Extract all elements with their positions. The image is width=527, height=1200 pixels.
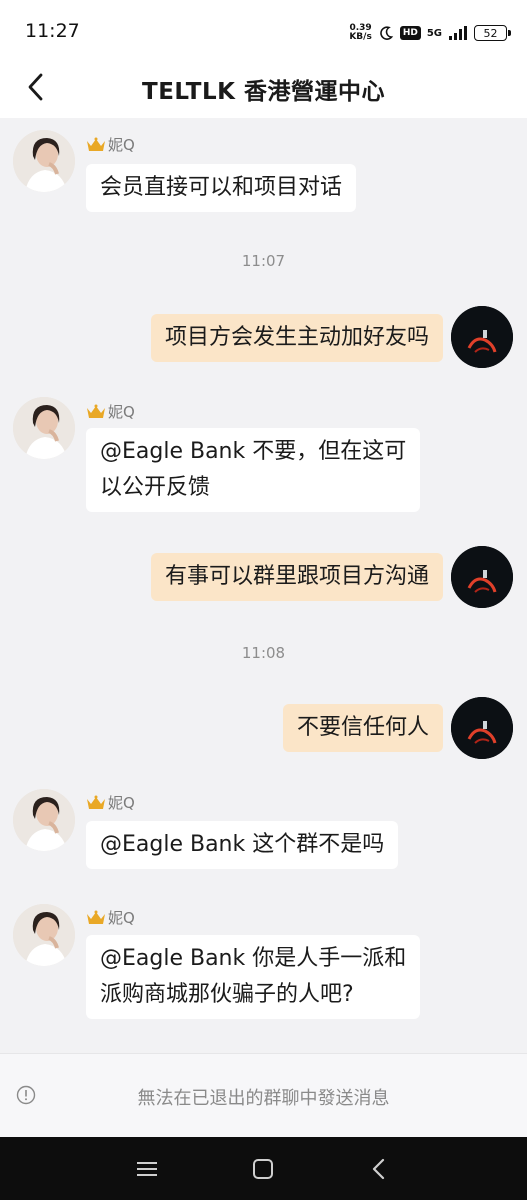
avatar-image (451, 546, 513, 608)
message-text-line: 以公开反馈 (100, 475, 211, 500)
home-button[interactable] (250, 1156, 276, 1182)
avatar[interactable] (451, 306, 513, 368)
status-icons: 0.39 KB/s HD 5G 52 (349, 20, 511, 46)
message-list[interactable]: 妮Q 会员直接可以和项目对话 11:07 项目方会发生主动加好友吗 妮Q @Ea… (0, 118, 527, 1053)
message-bubble[interactable]: @Eagle Bank 这个群不是吗 (86, 821, 399, 869)
sender-name: 妮Q (86, 134, 135, 155)
menu-button[interactable] (134, 1156, 160, 1182)
message-text: 项目方会发生主动加好友吗 (164, 325, 429, 350)
hd-badge: HD (399, 26, 421, 40)
avatar-image (13, 397, 75, 459)
message-bubble[interactable]: 项目方会发生主动加好友吗 (150, 314, 443, 362)
avatar-image (451, 306, 513, 368)
sender-name: 妮Q (86, 907, 135, 928)
crown-icon (87, 910, 105, 924)
message-bubble[interactable]: 有事可以群里跟项目方沟通 (150, 553, 443, 601)
status-bar: 11:27 0.39 KB/s HD 5G 52 (0, 0, 527, 62)
notice-text: 無法在已退出的群聊中發送消息 (137, 1088, 390, 1109)
avatar[interactable] (13, 397, 75, 459)
crown-icon (87, 404, 105, 418)
avatar[interactable] (13, 904, 75, 966)
signal-type: 5G (426, 27, 442, 39)
network-speed-unit: KB/s (349, 32, 372, 42)
avatar[interactable] (451, 546, 513, 608)
avatar-image (451, 697, 513, 759)
back-nav-button[interactable] (366, 1156, 392, 1182)
status-time: 11:27 (25, 20, 80, 42)
sender-label: 妮Q (108, 794, 135, 812)
moon-icon (380, 26, 394, 40)
menu-icon (137, 1162, 157, 1176)
network-speed: 0.39 KB/s (349, 24, 371, 42)
avatar-image (13, 789, 75, 851)
message-bubble[interactable]: @Eagle Bank 你是人手一派和 派购商城那伙骗子的人吧? (86, 935, 421, 1019)
message-text: 有事可以群里跟项目方沟通 (164, 564, 429, 589)
timestamp: 11:07 (241, 252, 286, 270)
message-bubble[interactable]: @Eagle Bank 不要，但在这可 以公开反馈 (86, 428, 421, 512)
message-text-line: @Eagle Bank 不要，但在这可 (100, 439, 407, 464)
system-navigation-bar (0, 1137, 527, 1200)
avatar-image (13, 130, 75, 192)
sender-label: 妮Q (108, 403, 135, 421)
message-bubble[interactable]: 会员直接可以和项目对话 (86, 164, 357, 212)
crown-icon (87, 137, 105, 151)
message-text-line: @Eagle Bank 你是人手一派和 (100, 946, 407, 971)
message-text-line: 派购商城那伙骗子的人吧? (100, 982, 354, 1007)
timestamp: 11:08 (241, 644, 286, 662)
back-icon (372, 1158, 385, 1180)
avatar[interactable] (13, 130, 75, 192)
sender-name: 妮Q (86, 792, 135, 813)
message-text: 不要信任何人 (296, 715, 429, 740)
signal-icon (449, 26, 467, 40)
home-icon (253, 1159, 273, 1179)
avatar[interactable] (451, 697, 513, 759)
message-text: @Eagle Bank 这个群不是吗 (100, 832, 385, 857)
message-text: 会员直接可以和项目对话 (100, 175, 343, 200)
avatar-image (13, 904, 75, 966)
crown-icon (87, 795, 105, 809)
page-title: TELTLK 香港營運中心 (142, 79, 385, 105)
sender-name: 妮Q (86, 401, 135, 422)
message-bubble[interactable]: 不要信任何人 (282, 704, 443, 752)
sender-label: 妮Q (108, 909, 135, 927)
sender-label: 妮Q (108, 136, 135, 154)
chat-header: TELTLK 香港營運中心 (0, 62, 527, 118)
battery-indicator: 52 (474, 25, 511, 41)
input-disabled-notice: 無法在已退出的群聊中發送消息 (0, 1053, 527, 1137)
avatar[interactable] (13, 789, 75, 851)
